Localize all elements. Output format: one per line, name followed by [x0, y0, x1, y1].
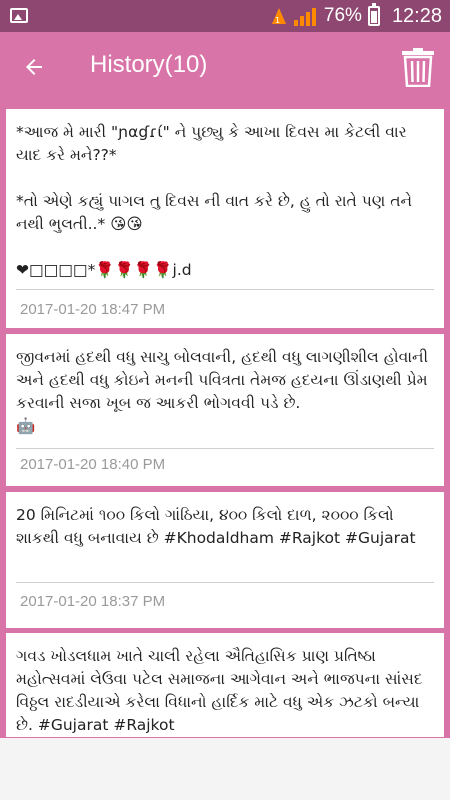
history-message: જીવનમાં હદથી વધુ સાચુ બોલવાની, હદથી વધુ …	[16, 348, 429, 435]
history-message: 20 મિનિટમાં ૧૦૦ કિલો ગાંઠિયા, ૪૦૦ કિલો દ…	[16, 506, 416, 547]
wifi-icon: 1	[271, 8, 286, 25]
delete-all-button[interactable]	[398, 42, 438, 92]
history-timestamp: 2017-01-20 18:47 PM	[20, 301, 166, 318]
history-list[interactable]: *આજ મે મારી "ɲαɠɾί" ને પુછ્યુ કે આખા દિવ…	[0, 102, 450, 800]
card-divider	[16, 448, 434, 449]
card-divider	[16, 289, 434, 290]
history-timestamp: 2017-01-20 18:37 PM	[20, 593, 166, 610]
app-bar: History(10)	[0, 32, 450, 102]
history-card[interactable]: *આજ મે મારી "ɲαɠɾί" ને પુછ્યુ કે આખા દિવ…	[6, 109, 444, 328]
battery-icon	[367, 3, 380, 26]
list-background	[0, 738, 450, 800]
back-button[interactable]	[12, 45, 56, 89]
history-message: *આજ મે મારી "ɲαɠɾί" ને પુછ્યુ કે આખા દિવ…	[16, 123, 413, 279]
signal-icon	[293, 6, 316, 26]
status-icons: 1 76% 12:28	[270, 0, 442, 32]
history-timestamp: 2017-01-20 18:40 PM	[20, 456, 166, 473]
trash-can-icon	[402, 48, 434, 87]
card-divider	[16, 582, 434, 583]
gallery-notification-icon	[10, 8, 28, 23]
arrow-left-icon	[26, 59, 42, 75]
status-bar: 1 76% 12:28	[0, 0, 450, 32]
svg-text:1: 1	[275, 16, 280, 25]
history-card[interactable]: ગવડ ખોડલધામ ખાતે ચાલી રહેલા ઐતિહાસિક પ્ર…	[6, 633, 444, 737]
battery-percent: 76%	[323, 5, 362, 26]
history-card[interactable]: 20 મિનિટમાં ૧૦૦ કિલો ગાંઠિયા, ૪૦૦ કિલો દ…	[6, 492, 444, 628]
page-title: History(10)	[90, 51, 208, 78]
history-message: ગવડ ખોડલધામ ખાતે ચાલી રહેલા ઐતિહાસિક પ્ર…	[16, 647, 428, 734]
history-card[interactable]: જીવનમાં હદથી વધુ સાચુ બોલવાની, હદથી વધુ …	[6, 334, 444, 486]
clock: 12:28	[391, 4, 442, 27]
